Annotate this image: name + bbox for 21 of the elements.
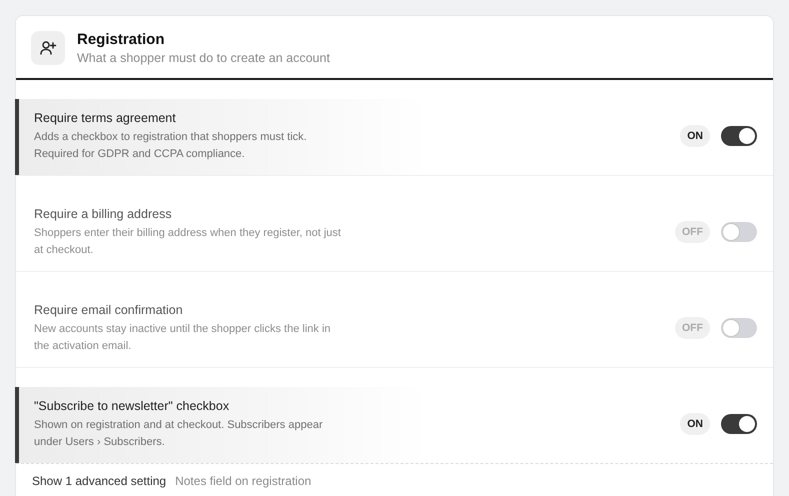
setting-description: Shown on registration and at checkout. Subscribers appear under Users › Subscribers. (34, 418, 324, 450)
status-badge: ON (680, 413, 710, 435)
setting-title: "Subscribe to newsletter" checkbox (34, 399, 230, 413)
advanced-settings-hint: Notes field on registration (175, 474, 312, 488)
toggle-switch[interactable] (721, 222, 757, 242)
setting-description: Shoppers enter their billing address when they register, not just at checkout. (34, 226, 342, 258)
toggle-switch[interactable] (721, 318, 757, 338)
setting-description: New accounts stay inactive until the shopper clicks the link in the activation email. (34, 322, 332, 354)
setting-description: Adds a checkbox to registration that shoppers must tick. Required for GDPR and CCPA compliance. (34, 130, 308, 162)
setting-title: Require terms agreement (34, 111, 177, 125)
setting-title: Require a billing address (34, 207, 173, 221)
advanced-settings-link[interactable]: Show 1 advanced setting (32, 474, 166, 488)
toggle-switch[interactable] (721, 414, 757, 434)
section-subtitle: What a shopper must do to create an account (77, 51, 330, 65)
status-badge: OFF (675, 221, 710, 243)
status-badge: OFF (675, 317, 710, 339)
toggle-switch[interactable] (721, 126, 757, 146)
add-user-icon (31, 31, 65, 65)
section-title: Registration (77, 31, 166, 48)
status-badge: ON (680, 125, 710, 147)
setting-title: Require email confirmation (34, 303, 184, 317)
